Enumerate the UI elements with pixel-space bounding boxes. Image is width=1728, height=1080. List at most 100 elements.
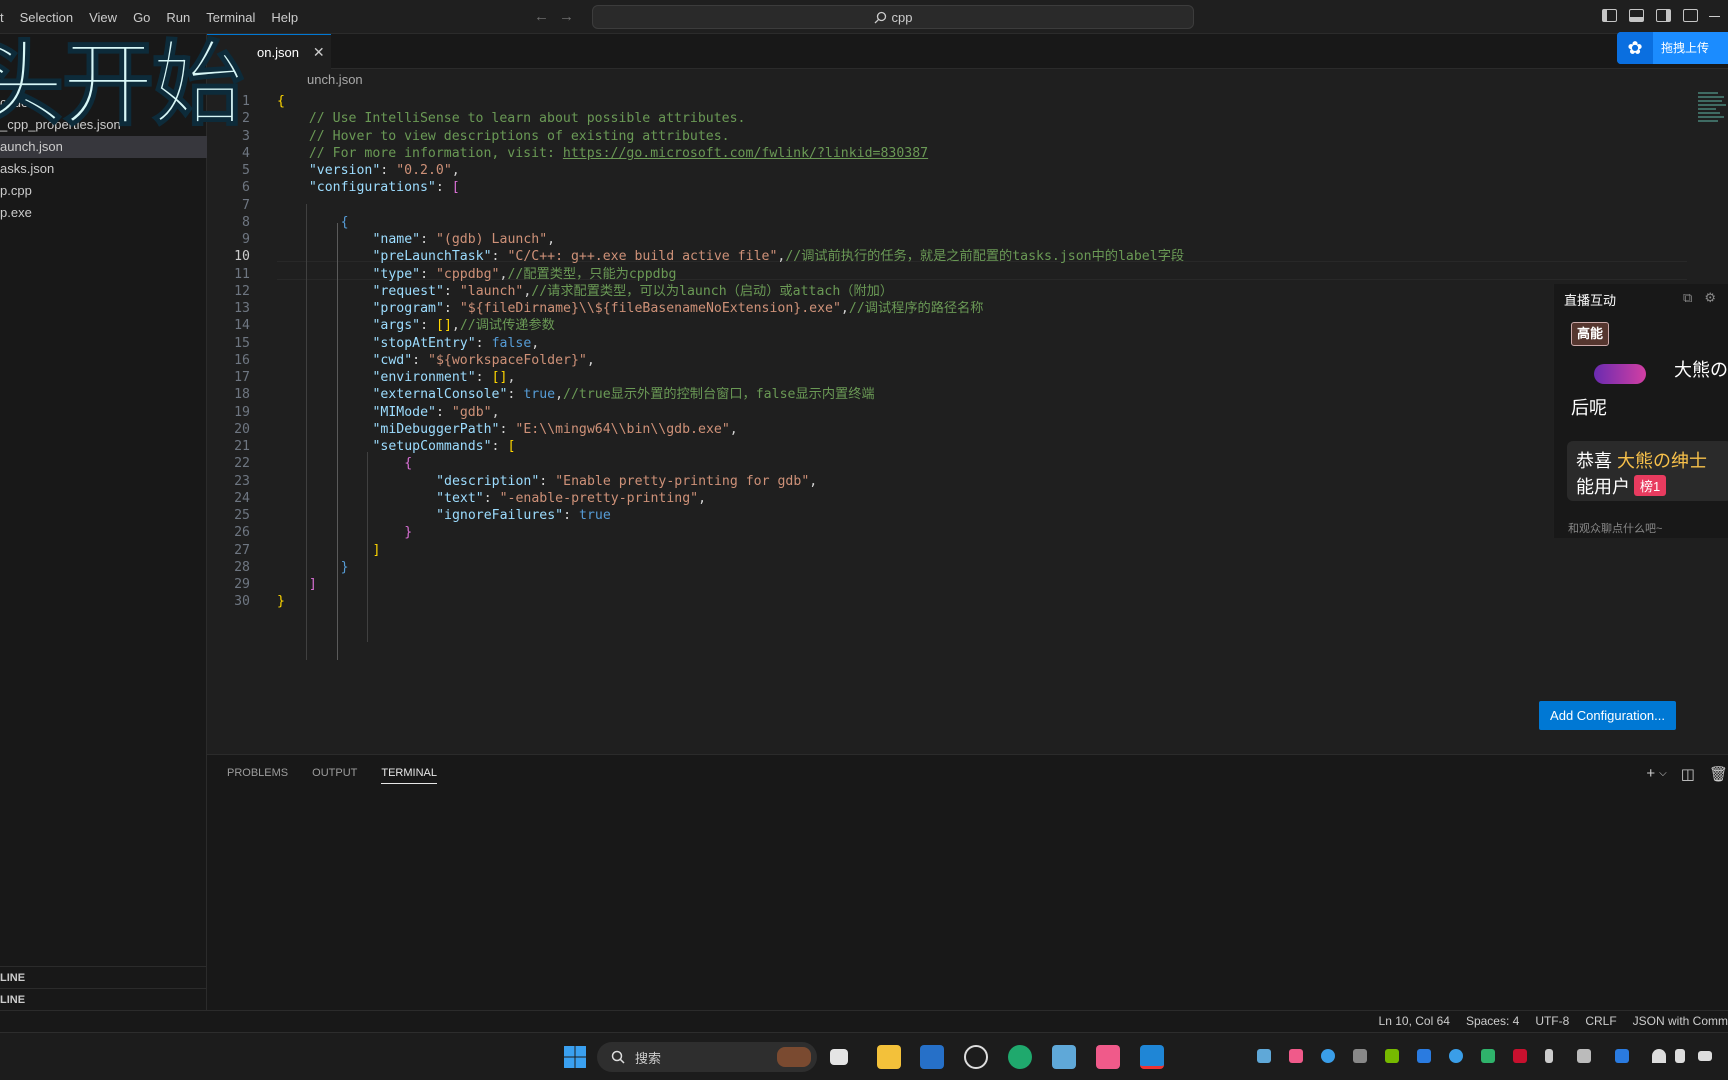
status-indentation[interactable]: Spaces: 4 bbox=[1466, 1014, 1519, 1028]
code-text: { bbox=[277, 94, 285, 109]
code-text: "text": "-enable-pretty-printing", bbox=[436, 490, 707, 506]
customize-layout-icon[interactable] bbox=[1683, 9, 1698, 22]
chat-input[interactable]: 和观众聊点什么吧~ bbox=[1568, 520, 1662, 536]
status-encoding[interactable]: UTF-8 bbox=[1535, 1014, 1569, 1028]
tab-label: on.json bbox=[257, 44, 299, 60]
vscode-icon[interactable] bbox=[1140, 1045, 1164, 1069]
line-number: 23 bbox=[234, 473, 250, 489]
code-text: "version": "0.2.0", bbox=[308, 163, 460, 178]
explorer-sidebar: code _cpp_properties.json aunch.json ask… bbox=[0, 34, 207, 1010]
code-line: 10 "preLaunchTask": "C/C++: g++.exe buil… bbox=[207, 247, 1687, 266]
tray-icon[interactable] bbox=[1289, 1049, 1303, 1063]
mcafee-icon[interactable] bbox=[1513, 1049, 1527, 1063]
file-explorer-icon[interactable] bbox=[877, 1045, 901, 1069]
add-configuration-button[interactable]: Add Configuration... bbox=[1539, 701, 1676, 730]
minimize-icon[interactable] bbox=[1709, 16, 1720, 17]
toggle-panel-icon[interactable] bbox=[1629, 9, 1644, 22]
close-icon[interactable]: ✕ bbox=[313, 44, 325, 61]
tray-icon[interactable] bbox=[1615, 1049, 1629, 1063]
code-line: 19 "MIMode": "gdb", bbox=[207, 403, 1687, 422]
explorer-file-tasks[interactable]: asks.json bbox=[0, 158, 207, 180]
code-editor[interactable]: 1{2 // Use IntelliSense to learn about p… bbox=[207, 90, 1728, 750]
line-number: 7 bbox=[242, 197, 250, 213]
explorer-file-cpp[interactable]: p.cpp bbox=[0, 180, 207, 202]
breadcrumb[interactable]: unch.json bbox=[307, 72, 363, 87]
line-number: 18 bbox=[234, 387, 250, 403]
line-number: 28 bbox=[234, 559, 250, 575]
title-bar: t Selection View Go Run Terminal Help ←→… bbox=[0, 0, 1728, 34]
wifi-icon[interactable] bbox=[1652, 1049, 1666, 1063]
code-line: 20 "miDebuggerPath": "E:\\mingw64\\bin\\… bbox=[207, 420, 1687, 439]
bilibili-live-icon[interactable] bbox=[1096, 1045, 1120, 1069]
app-icon[interactable] bbox=[1052, 1045, 1076, 1069]
tray-icon[interactable] bbox=[1257, 1049, 1271, 1063]
trash-icon[interactable]: 🗑 bbox=[1709, 765, 1728, 783]
popout-icon[interactable]: ⧉ bbox=[1683, 290, 1704, 305]
status-eol[interactable]: CRLF bbox=[1585, 1014, 1616, 1028]
upload-badge[interactable]: ✿ 拖拽上传 bbox=[1617, 32, 1728, 64]
line-number: 4 bbox=[242, 145, 250, 161]
status-language-mode[interactable]: JSON with Comm bbox=[1633, 1014, 1728, 1028]
new-terminal-icon[interactable]: + bbox=[1646, 765, 1655, 783]
code-line: 28 } bbox=[207, 558, 1687, 577]
chevron-down-icon[interactable]: ⌵ bbox=[1659, 768, 1667, 783]
bluetooth-icon[interactable] bbox=[1417, 1049, 1431, 1063]
nav-arrows: ←→ bbox=[534, 8, 584, 25]
edge-icon[interactable] bbox=[1008, 1045, 1032, 1069]
tray-icon[interactable] bbox=[1353, 1049, 1367, 1063]
cloud-icon[interactable] bbox=[1321, 1049, 1335, 1063]
live-panel-title: 直播互动 bbox=[1564, 293, 1617, 308]
code-line: 25 "ignoreFailures": true bbox=[207, 506, 1687, 525]
search-icon bbox=[611, 1050, 625, 1064]
command-center-search[interactable]: cpp bbox=[592, 5, 1194, 29]
tab-output[interactable]: OUTPUT bbox=[312, 767, 357, 784]
toggle-sidebar-icon[interactable] bbox=[1602, 9, 1617, 22]
input-method-icon[interactable] bbox=[1577, 1049, 1591, 1063]
code-text: "preLaunchTask": "C/C++: g++.exe build a… bbox=[372, 249, 1185, 265]
congrats-line-2: 能用户 榜1 bbox=[1576, 473, 1667, 499]
onedrive-icon[interactable] bbox=[1449, 1049, 1463, 1063]
forward-arrow-icon[interactable]: → bbox=[559, 8, 584, 25]
microphone-icon[interactable] bbox=[1545, 1049, 1553, 1063]
nvidia-icon[interactable] bbox=[1385, 1049, 1399, 1063]
windows-start-icon[interactable] bbox=[563, 1045, 587, 1069]
explorer-file-exe[interactable]: p.exe bbox=[0, 202, 207, 224]
line-number: 9 bbox=[242, 232, 250, 247]
line-number: 15 bbox=[234, 335, 250, 351]
code-text: "stopAtEntry": false, bbox=[372, 335, 540, 351]
store-icon[interactable] bbox=[920, 1045, 944, 1069]
dell-icon[interactable] bbox=[964, 1045, 988, 1069]
code-text: "ignoreFailures": true bbox=[436, 508, 611, 523]
back-arrow-icon[interactable]: ← bbox=[534, 8, 559, 25]
toggle-secondary-sidebar-icon[interactable] bbox=[1656, 9, 1671, 22]
code-line: 21 "setupCommands": [ bbox=[207, 437, 1687, 456]
taskbar-search[interactable]: 搜索 bbox=[597, 1042, 817, 1072]
status-cursor-position[interactable]: Ln 10, Col 64 bbox=[1379, 1014, 1450, 1028]
tab-terminal[interactable]: TERMINAL bbox=[381, 767, 437, 784]
settings-icon[interactable]: ⚙ bbox=[1704, 290, 1728, 305]
code-text: ] bbox=[308, 577, 317, 592]
code-line: 18 "externalConsole": true,//true显示外置的控制… bbox=[207, 385, 1687, 404]
panel-tabs: PROBLEMS OUTPUT TERMINAL bbox=[227, 767, 437, 784]
split-terminal-icon[interactable]: ◫ bbox=[1681, 765, 1695, 783]
code-text: "externalConsole": true,//true显示外置的控制台窗口… bbox=[372, 387, 875, 403]
congrats-line-1: 恭喜 大熊の绅士 bbox=[1576, 451, 1708, 471]
timeline-section[interactable]: LINE bbox=[0, 988, 207, 1010]
volume-icon[interactable] bbox=[1675, 1049, 1685, 1063]
tab-problems[interactable]: PROBLEMS bbox=[227, 767, 288, 784]
menu-help[interactable]: Help bbox=[263, 10, 306, 25]
line-number: 8 bbox=[242, 214, 250, 230]
security-icon[interactable] bbox=[1481, 1049, 1495, 1063]
code-text: "MIMode": "gdb", bbox=[372, 404, 500, 420]
line-number: 27 bbox=[234, 542, 250, 558]
code-text: { bbox=[340, 214, 349, 230]
task-view-icon[interactable] bbox=[830, 1049, 848, 1065]
code-text: "type": "cppdbg",//配置类型，只能为cppdbg bbox=[372, 266, 677, 282]
minimap[interactable] bbox=[1698, 90, 1728, 150]
user-emblem-icon bbox=[1594, 364, 1646, 384]
outline-section[interactable]: LINE bbox=[0, 966, 207, 988]
line-number: 12 bbox=[234, 283, 250, 299]
code-line: 6 "configurations": [ bbox=[207, 178, 1687, 197]
battery-icon[interactable] bbox=[1698, 1051, 1712, 1061]
code-line: 8 { bbox=[207, 213, 1687, 232]
